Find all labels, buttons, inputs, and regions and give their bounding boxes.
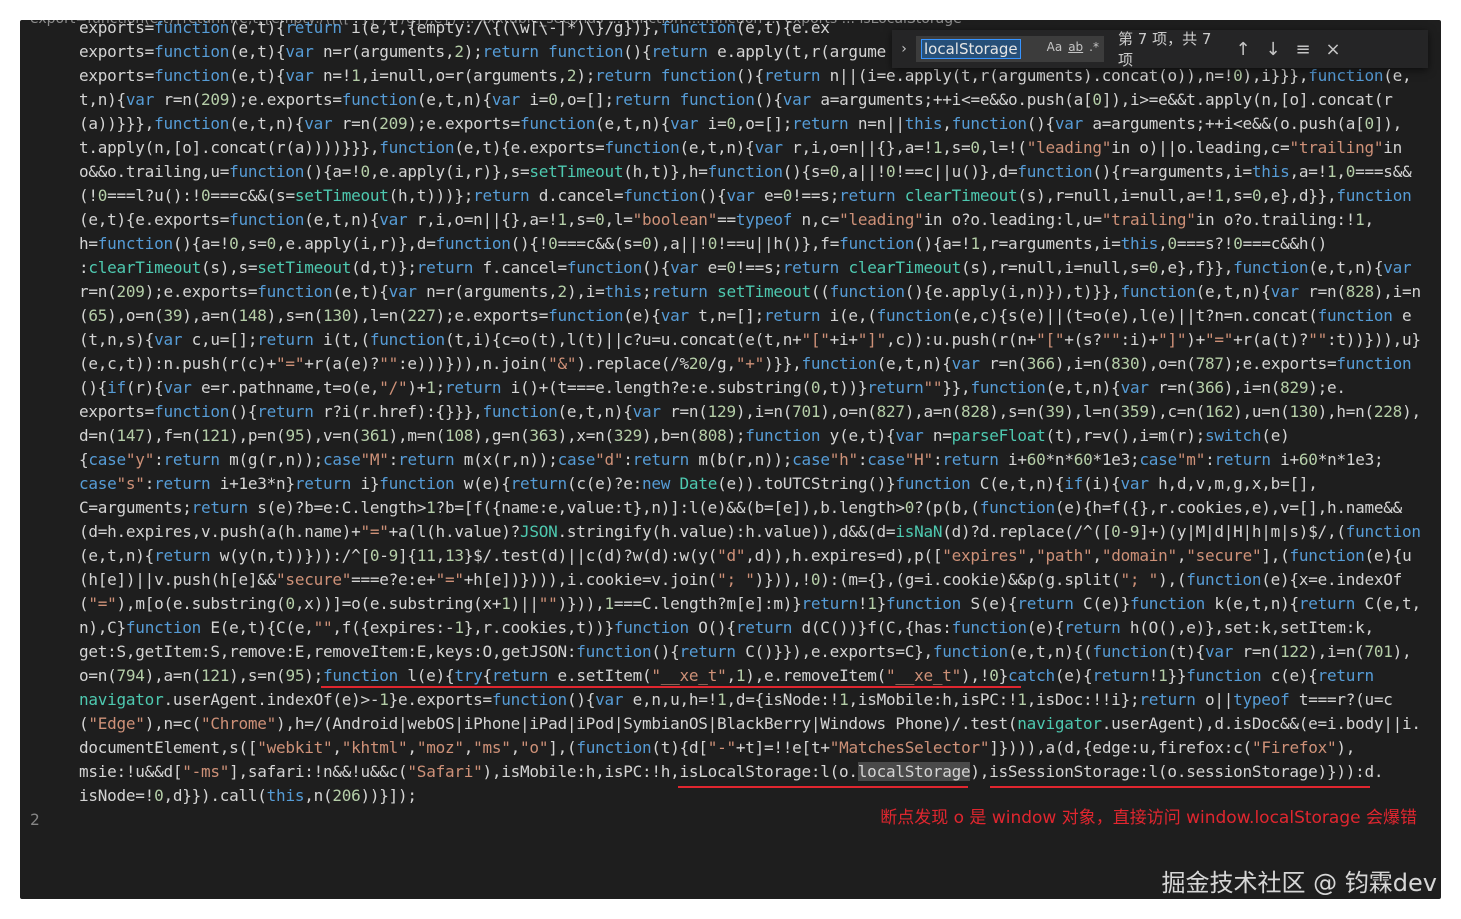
line-number: 2	[30, 810, 40, 829]
code-line[interactable]: documentElement,s(["webkit","khtml","moz…	[79, 736, 1441, 760]
code-line[interactable]: (){if(r){var e=r.pathname,t=o(e,"/")+1;r…	[79, 376, 1441, 400]
code-line[interactable]: d=n(147),f=n(121),p=n(95),v=n(361),m=n(1…	[79, 424, 1441, 448]
code-line[interactable]: msie:!u&&d["-ms"],safari:!n&&!u&&c("Safa…	[79, 760, 1441, 784]
code-line[interactable]: t.apply(n,[o].concat(r(a))))}}},function…	[79, 136, 1441, 160]
code-line[interactable]: (e,t,n){return w(y(n,t))})):/^[0-9]{11,1…	[79, 544, 1441, 568]
underline-issessionstorage	[990, 786, 1370, 788]
find-widget: › localStorage Aa ab .* 第 7 项，共 7 项 ↑ ↓ …	[892, 30, 1428, 68]
find-in-selection-icon[interactable]: ≡	[1288, 39, 1318, 60]
match-count: 第 7 项，共 7 项	[1118, 28, 1228, 70]
close-icon[interactable]: ×	[1318, 39, 1348, 60]
annotation-text: 断点发现 o 是 window 对象，直接访问 window.localStor…	[880, 803, 1417, 828]
code-line[interactable]: C=arguments;return s(e)?b=e:C.length>1?b…	[79, 496, 1441, 520]
code-line[interactable]: (a))}}},function(e,t,n){var r=n(209);e.e…	[79, 112, 1441, 136]
code-area[interactable]: exports=function(e,t){return i(e,t,{empt…	[79, 20, 1441, 808]
underline-l-function	[321, 686, 1021, 688]
code-line[interactable]: case"s":return i+1e3*n}return i}function…	[79, 472, 1441, 496]
code-line[interactable]: ("="),m[o(e.substring(0,x))]=o(e.substri…	[79, 592, 1441, 616]
code-line[interactable]: navigator.userAgent.indexOf(e)>-1}e.expo…	[79, 688, 1441, 712]
code-line[interactable]: :clearTimeout(s),s=setTimeout(d,t)};retu…	[79, 256, 1441, 280]
code-line[interactable]: o&&o.trailing,u=function(){a=!0,e.apply(…	[79, 160, 1441, 184]
code-line[interactable]: (d=h.expires,v.push(a(h.name)+"="+a(l(h.…	[79, 520, 1441, 544]
code-line[interactable]: get:S,getItem:S,remove:E,removeItem:E,ke…	[79, 640, 1441, 664]
regex-icon[interactable]: .*	[1089, 40, 1099, 54]
code-line[interactable]: h=function(){a=!0,s=0,e.apply(i,r)},d=fu…	[79, 232, 1441, 256]
code-line[interactable]: (h[e])||v.push(h[e]&&"secure"===e?e:e+"=…	[79, 568, 1441, 592]
code-editor[interactable]: export=function(e,t){return i(e,t,{empty…	[20, 20, 1441, 899]
whole-word-icon[interactable]: ab	[1068, 40, 1083, 54]
code-line[interactable]: (65),o=n(39),a=n(148),s=n(130),l=n(227);…	[79, 304, 1441, 328]
match-case-icon[interactable]: Aa	[1047, 40, 1063, 54]
find-input[interactable]: localStorage Aa ab .*	[916, 36, 1104, 62]
code-line[interactable]: exports=function(){return r?i(r.href):{}…	[79, 400, 1441, 424]
code-line[interactable]: (e,t){e.exports=function(e,t,n){var r,i,…	[79, 208, 1441, 232]
chevron-right-icon[interactable]: ›	[892, 41, 916, 57]
underline-islocalstorage	[678, 786, 968, 788]
code-line[interactable]: n),C}function E(e,t){C(e,"",f({expires:-…	[79, 616, 1441, 640]
code-line[interactable]: {case"y":return m(g(r,n));case"M":return…	[79, 448, 1441, 472]
code-line[interactable]: (!0===l?u():!0===c&&(s=setTimeout(h,t)))…	[79, 184, 1441, 208]
code-line[interactable]: ("Edge"),n=c("Chrome"),h=/(Android|webOS…	[79, 712, 1441, 736]
code-line[interactable]: (t,n,s){var c,u=[];return i(t,(function(…	[79, 328, 1441, 352]
code-line[interactable]: (e,c,t)):n.push(r(c)+"="+r(a(e)?"":e)))}…	[79, 352, 1441, 376]
arrow-up-icon[interactable]: ↑	[1228, 39, 1258, 60]
watermark: 掘金技术社区 @ 钧霖dev	[1162, 863, 1437, 898]
code-line[interactable]: t,n){var r=n(209);e.exports=function(e,t…	[79, 88, 1441, 112]
find-input-value: localStorage	[921, 39, 1021, 59]
code-line[interactable]: r=n(209);e.exports=function(e,t){var n=r…	[79, 280, 1441, 304]
arrow-down-icon[interactable]: ↓	[1258, 39, 1288, 60]
code-line[interactable]: o=n(794),a=n(121),s=n(95);function l(e){…	[79, 664, 1441, 688]
